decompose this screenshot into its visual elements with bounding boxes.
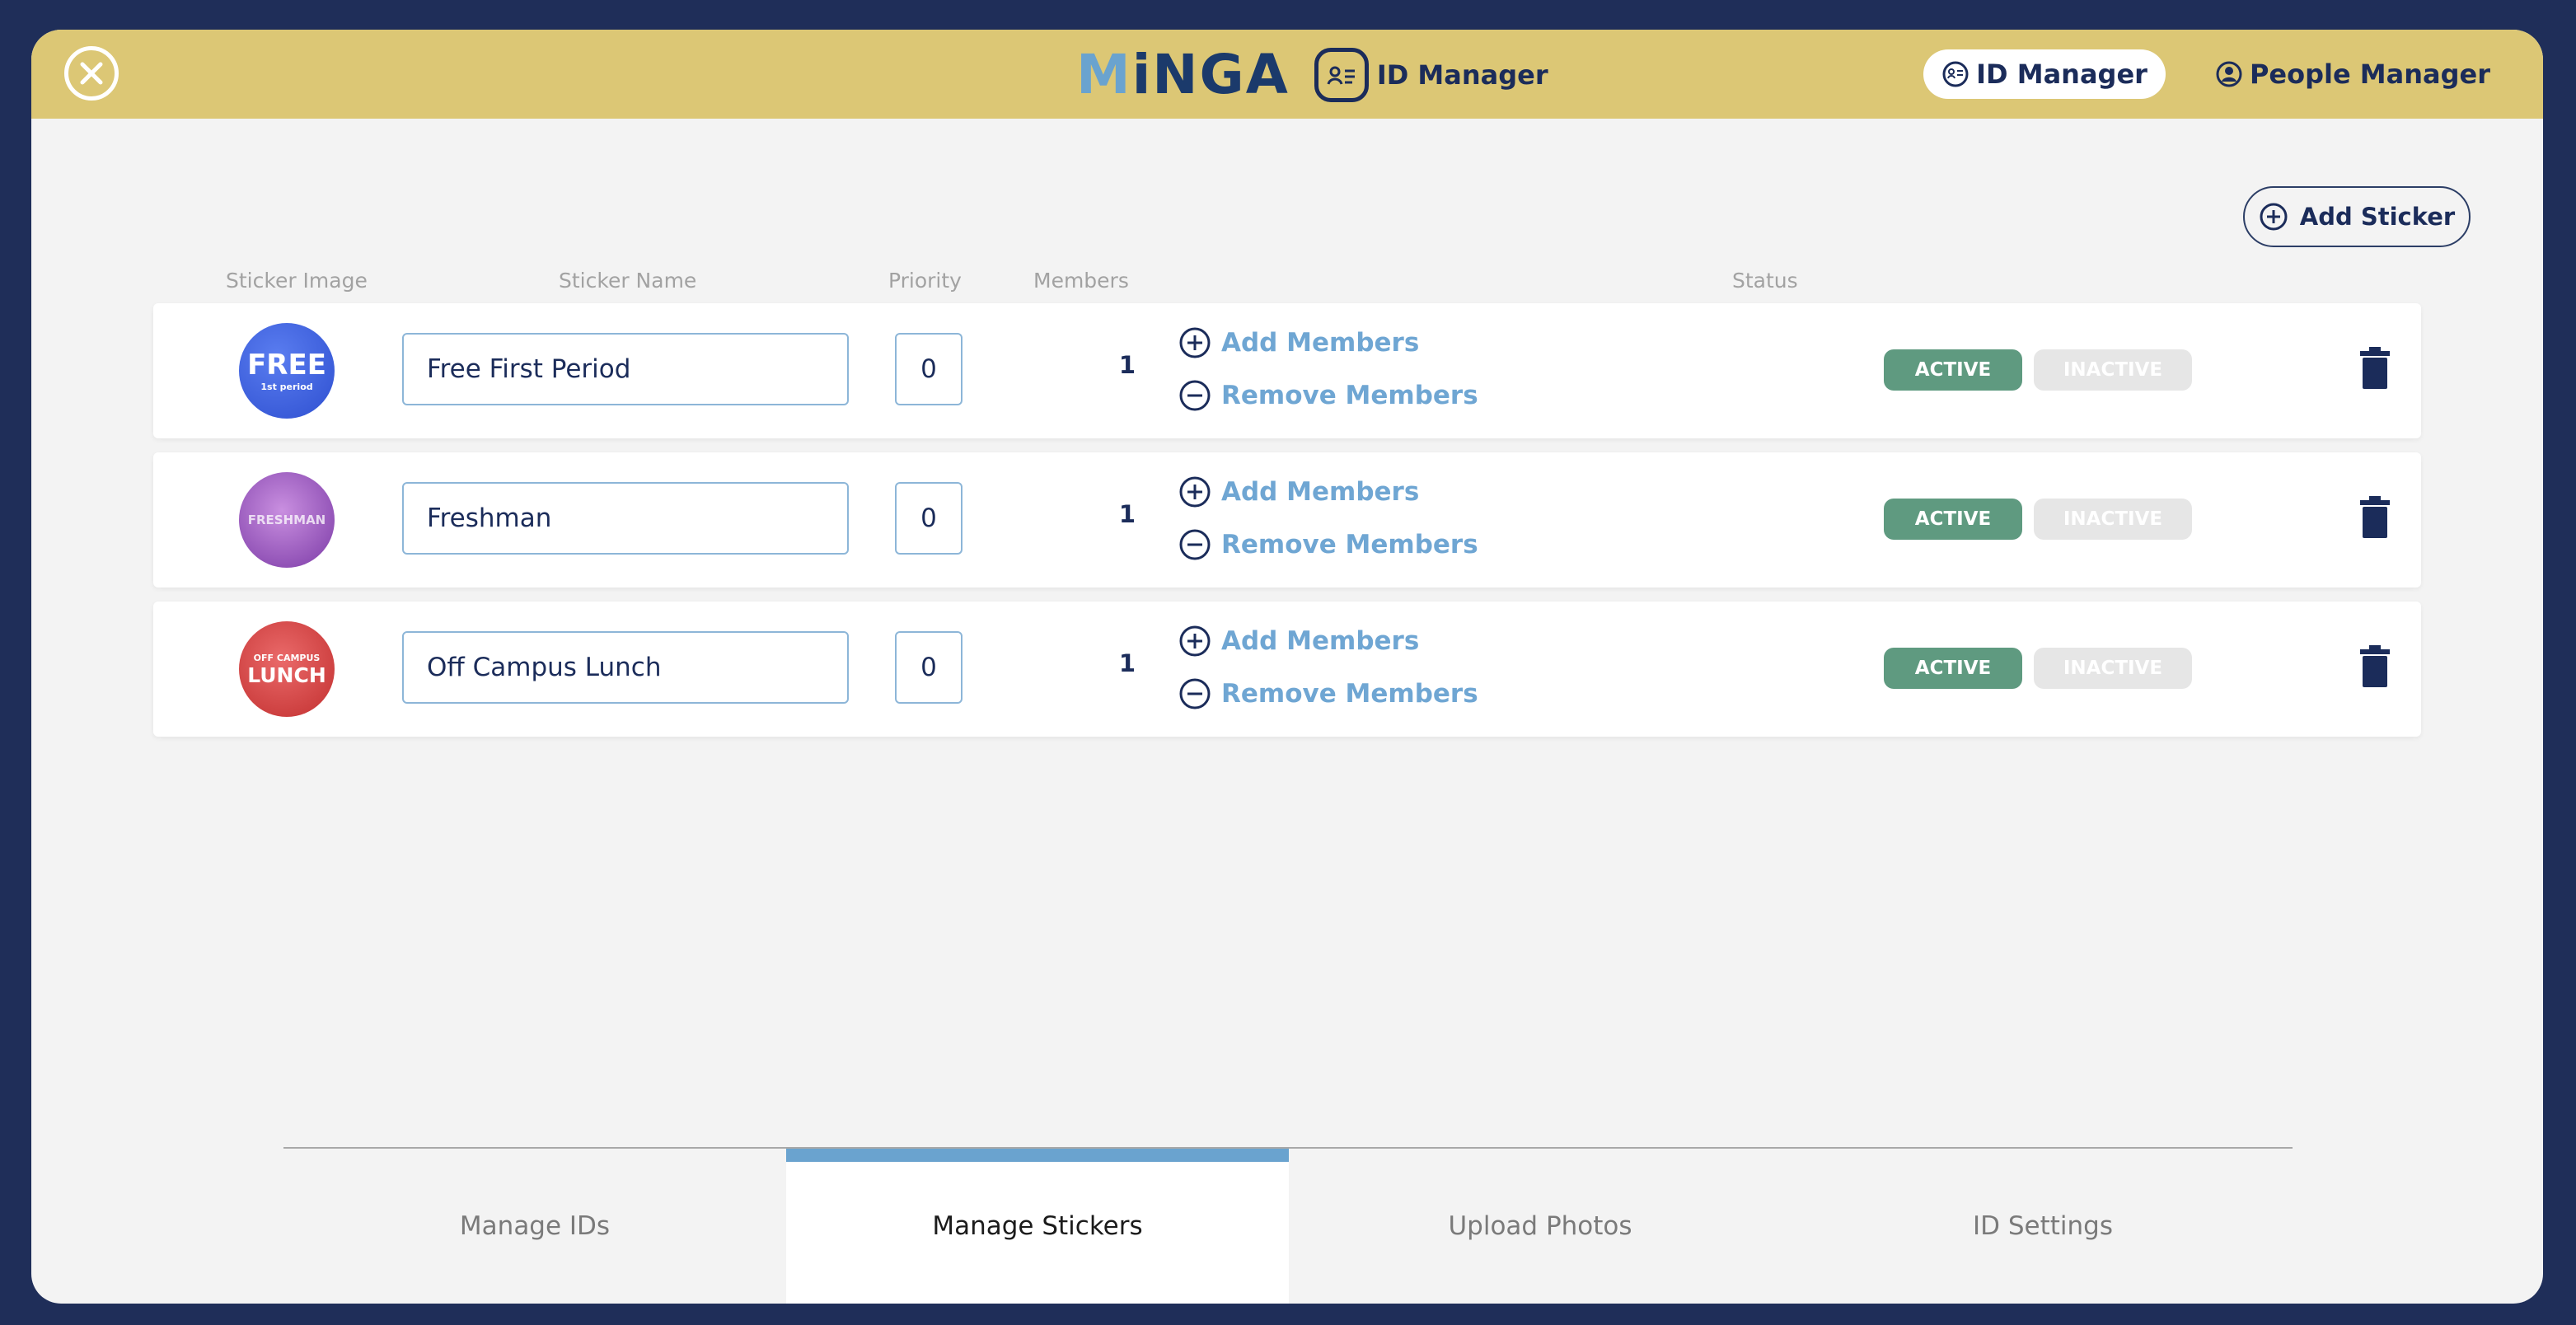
status-active-toggle[interactable]: ACTIVE bbox=[1884, 648, 2022, 689]
sticker-image: FREE 1st period bbox=[239, 323, 335, 419]
close-button[interactable] bbox=[64, 46, 119, 101]
sticker-image: OFF CAMPUS LUNCH bbox=[239, 621, 335, 717]
minga-logo: MiNGA bbox=[1076, 43, 1290, 106]
priority-input[interactable] bbox=[895, 333, 962, 405]
remove-members-button[interactable]: Remove Members bbox=[1178, 379, 1478, 412]
plus-circle-icon bbox=[1179, 625, 1211, 657]
tab-manage-stickers[interactable]: Manage Stickers bbox=[786, 1149, 1289, 1304]
person-circle-icon bbox=[2216, 61, 2242, 87]
sticker-name-input[interactable] bbox=[402, 482, 849, 555]
id-card-icon bbox=[1942, 61, 1969, 87]
column-header-image: Sticker Image bbox=[226, 269, 368, 293]
sticker-row: OFF CAMPUS LUNCH 1 Add Members Remove Me… bbox=[153, 602, 2421, 737]
remove-members-button[interactable]: Remove Members bbox=[1178, 528, 1478, 561]
minus-circle-icon bbox=[1179, 678, 1211, 709]
brand: MiNGA ID Manager bbox=[1076, 46, 1548, 104]
trash-icon[interactable] bbox=[2357, 346, 2393, 391]
column-header-name: Sticker Name bbox=[559, 269, 697, 293]
status-inactive-toggle[interactable]: INACTIVE bbox=[2034, 648, 2192, 689]
add-members-button[interactable]: Add Members bbox=[1178, 475, 1419, 508]
nav-id-manager[interactable]: ID Manager bbox=[1923, 49, 2166, 99]
trash-icon[interactable] bbox=[2357, 495, 2393, 540]
sticker-image: FRESHMAN bbox=[239, 472, 335, 568]
nav-people-manager[interactable]: People Manager bbox=[2197, 49, 2508, 99]
add-sticker-button[interactable]: Add Sticker bbox=[2243, 186, 2471, 247]
column-header-status: Status bbox=[1732, 269, 1798, 293]
column-header-priority: Priority bbox=[888, 269, 962, 293]
status-active-toggle[interactable]: ACTIVE bbox=[1884, 349, 2022, 391]
status-inactive-toggle[interactable]: INACTIVE bbox=[2034, 499, 2192, 540]
top-nav: ID Manager People Manager bbox=[1923, 49, 2508, 99]
top-bar: MiNGA ID Manager ID Manager People Manag… bbox=[31, 30, 2543, 119]
plus-circle-icon bbox=[2260, 203, 2288, 231]
column-header-members: Members bbox=[1033, 269, 1129, 293]
add-members-button[interactable]: Add Members bbox=[1178, 625, 1419, 658]
sticker-name-input[interactable] bbox=[402, 631, 849, 704]
add-members-button[interactable]: Add Members bbox=[1178, 326, 1419, 359]
module-title-label: ID Manager bbox=[1376, 59, 1548, 91]
sticker-row: FRESHMAN 1 Add Members Remove Members AC… bbox=[153, 452, 2421, 588]
status-active-toggle[interactable]: ACTIVE bbox=[1884, 499, 2022, 540]
plus-circle-icon bbox=[1179, 476, 1211, 508]
priority-input[interactable] bbox=[895, 482, 962, 555]
remove-members-button[interactable]: Remove Members bbox=[1178, 677, 1478, 710]
tab-id-settings[interactable]: ID Settings bbox=[1791, 1149, 2294, 1304]
minus-circle-icon bbox=[1179, 529, 1211, 560]
sticker-row: FREE 1st period 1 Add Members Remove Mem… bbox=[153, 303, 2421, 438]
trash-icon[interactable] bbox=[2357, 644, 2393, 689]
members-count: 1 bbox=[1118, 351, 1136, 379]
close-icon bbox=[80, 62, 103, 85]
module-title: ID Manager bbox=[1314, 48, 1548, 102]
sticker-name-input[interactable] bbox=[402, 333, 849, 405]
status-inactive-toggle[interactable]: INACTIVE bbox=[2034, 349, 2192, 391]
plus-circle-icon bbox=[1179, 327, 1211, 358]
app-window: MiNGA ID Manager ID Manager People Manag… bbox=[31, 30, 2543, 1304]
priority-input[interactable] bbox=[895, 631, 962, 704]
members-count: 1 bbox=[1118, 649, 1136, 677]
minus-circle-icon bbox=[1179, 380, 1211, 411]
tab-manage-ids[interactable]: Manage IDs bbox=[283, 1149, 786, 1304]
id-card-icon bbox=[1314, 48, 1369, 102]
tab-upload-photos[interactable]: Upload Photos bbox=[1289, 1149, 1791, 1304]
members-count: 1 bbox=[1118, 500, 1136, 528]
